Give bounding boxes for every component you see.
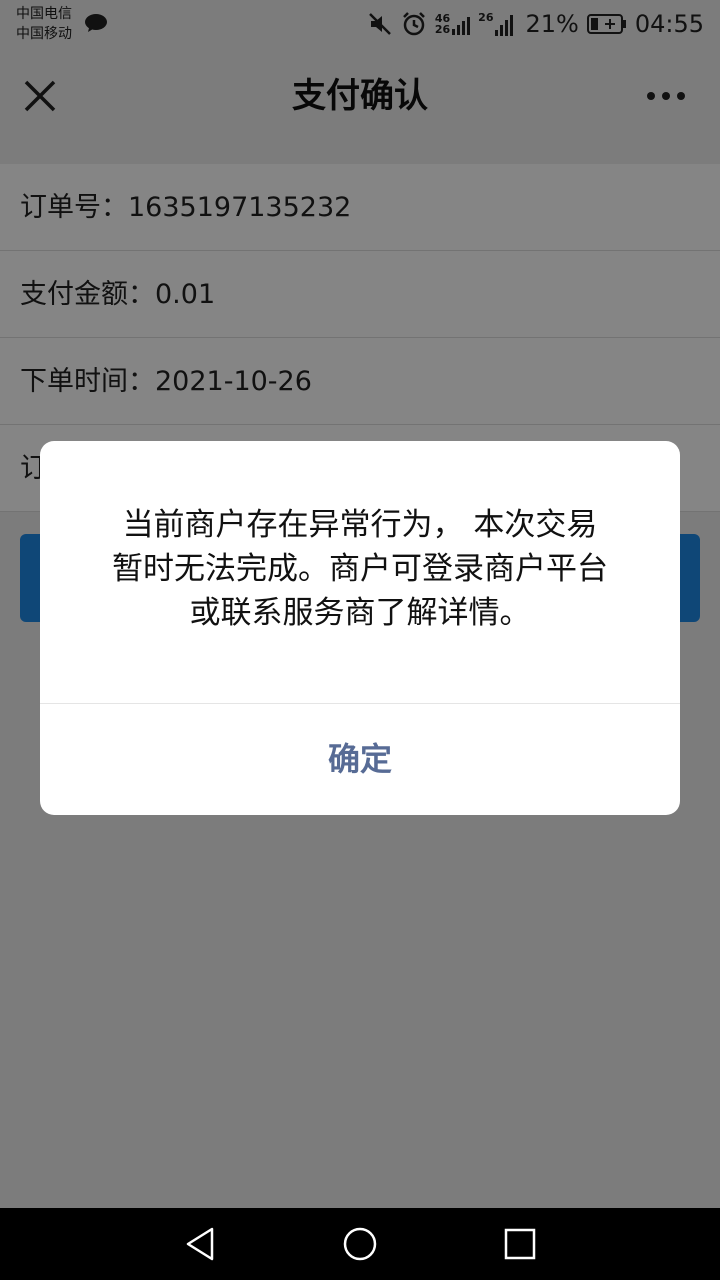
home-icon[interactable] (342, 1226, 378, 1262)
alert-dialog: 当前商户存在异常行为， 本次交易 暂时无法完成。商户可登录商户平台 或联系服务商… (40, 441, 680, 815)
recent-apps-icon[interactable] (502, 1226, 538, 1262)
dialog-message-line: 或联系服务商了解详情。 (189, 595, 531, 631)
dialog-message-line: 暂时无法完成。商户可登录商户平台 (112, 551, 608, 587)
system-nav-bar (0, 1208, 720, 1280)
dialog-message-line: 当前商户存在异常行为， 本次交易 (122, 507, 598, 543)
back-icon[interactable] (182, 1226, 218, 1262)
dialog-message: 当前商户存在异常行为， 本次交易 暂时无法完成。商户可登录商户平台 或联系服务商… (80, 503, 640, 635)
confirm-button[interactable]: 确定 (40, 704, 680, 815)
